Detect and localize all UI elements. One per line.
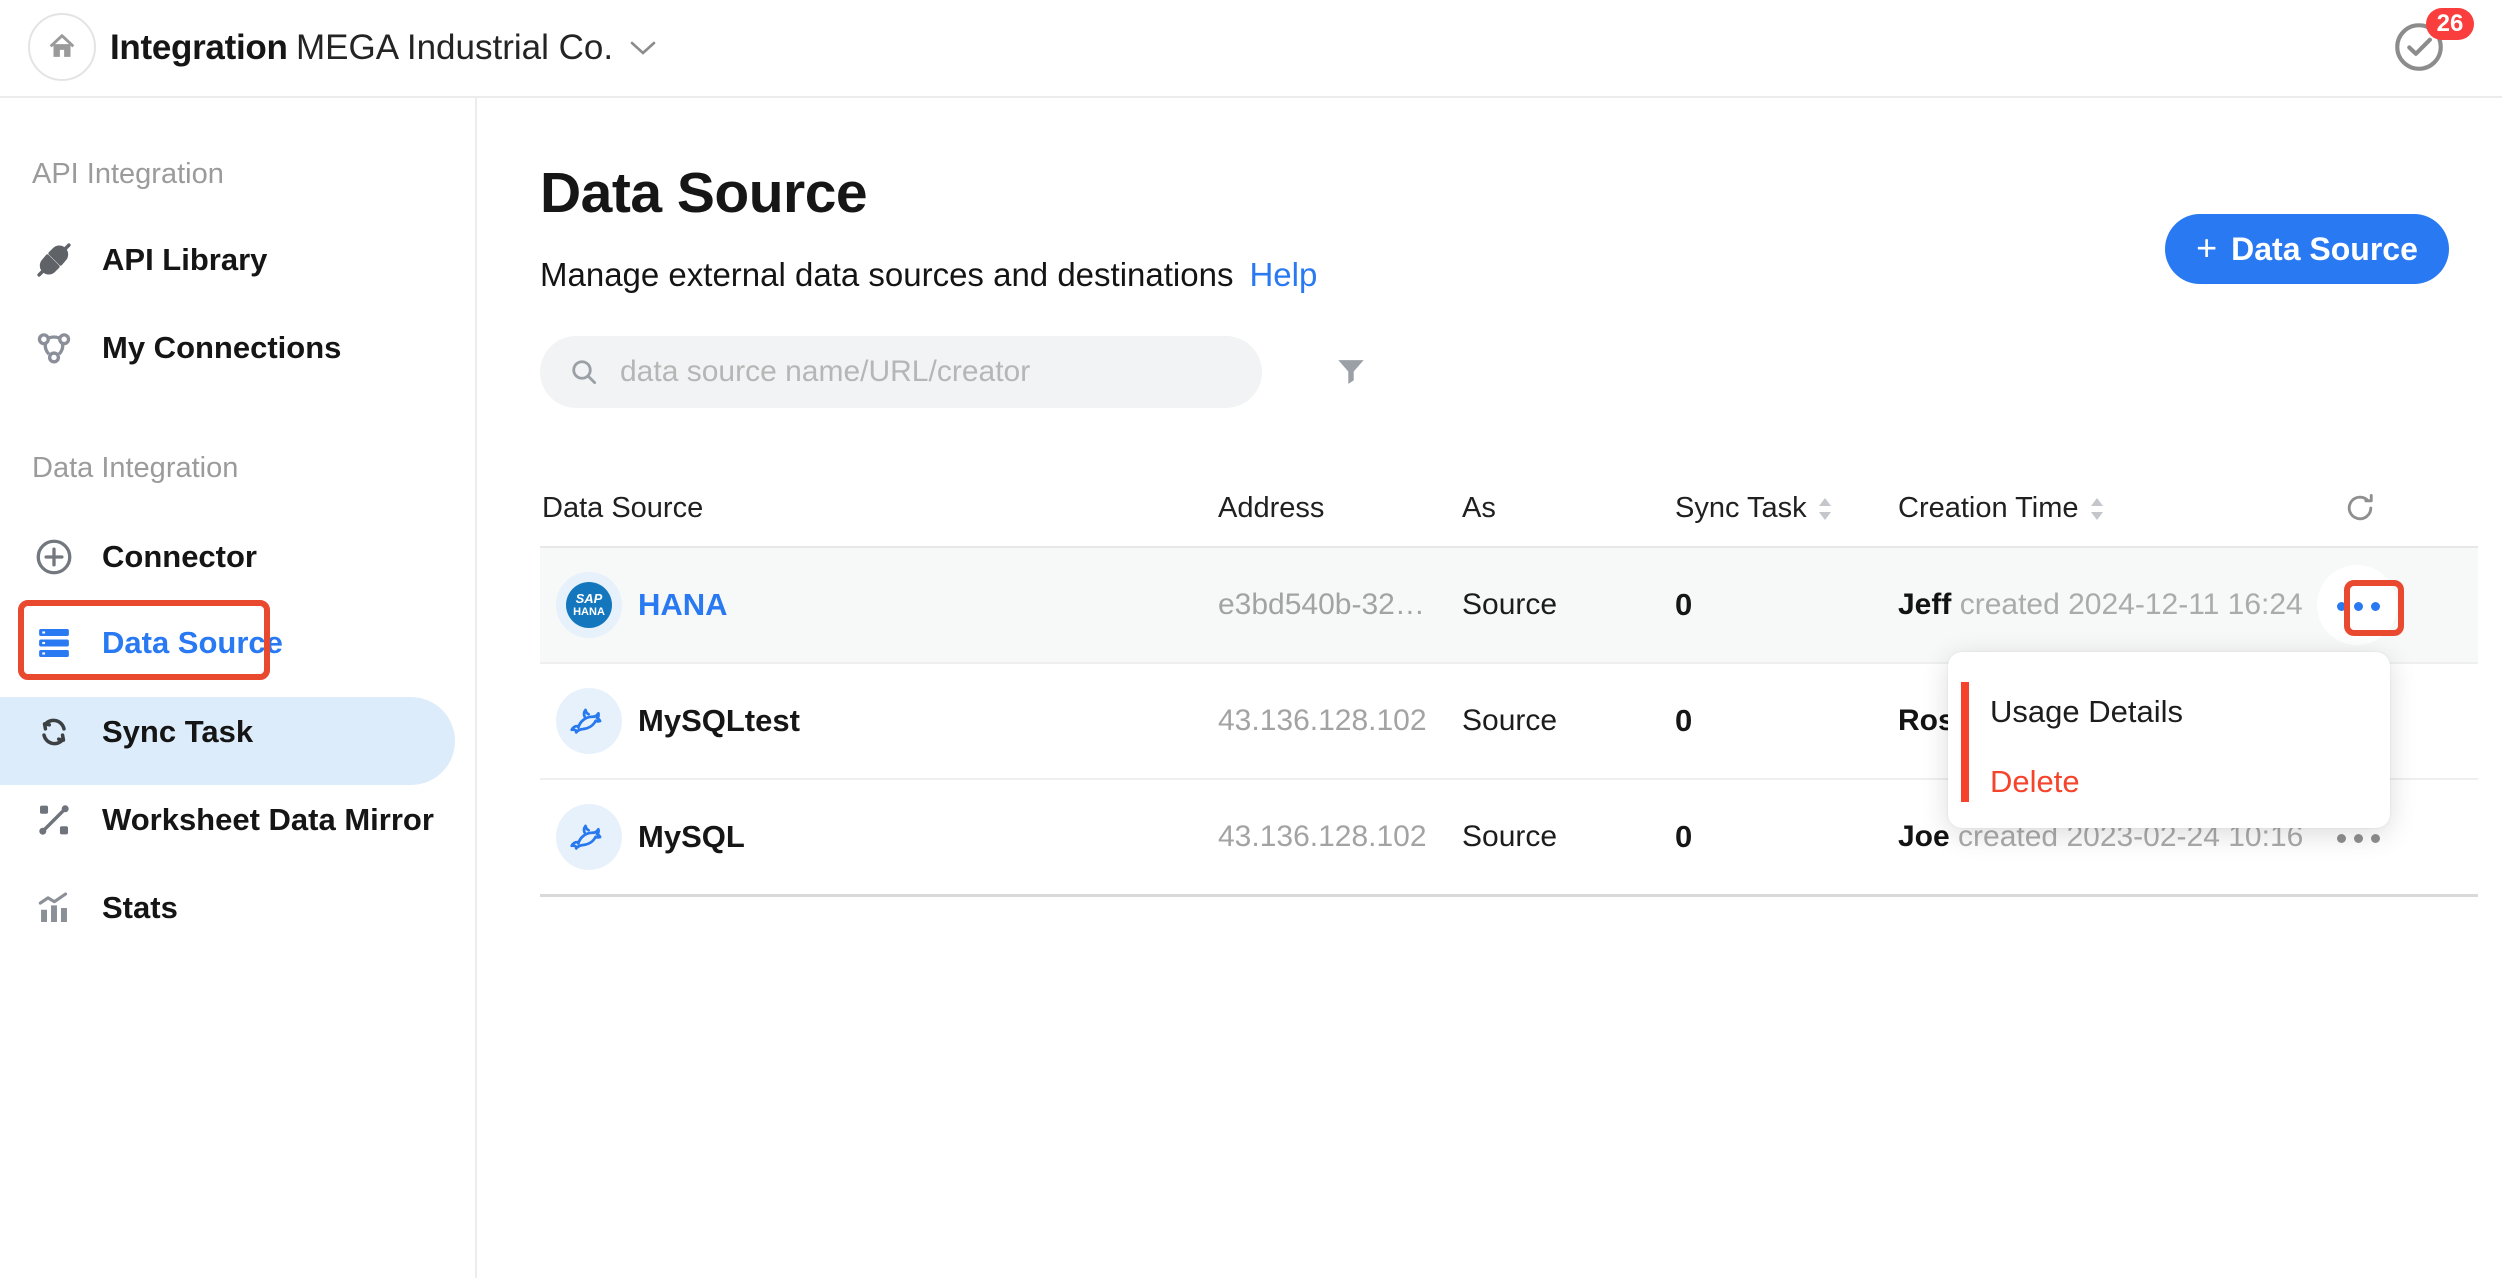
sort-icon[interactable] <box>1817 496 1833 522</box>
search-bar <box>540 336 1262 408</box>
as-cell: Source <box>1462 664 1557 778</box>
status-badge: 26 <box>2426 8 2474 40</box>
page-subtitle: Manage external data sources and destina… <box>540 256 1317 294</box>
row-context-menu: Usage Details Delete <box>1948 652 2390 828</box>
mysql-dolphin-icon <box>556 804 622 870</box>
column-header-data-source: Data Source <box>542 492 703 525</box>
sidebar-section-api-integration: API Integration <box>32 158 224 191</box>
chevron-down-icon <box>629 39 657 57</box>
table-row[interactable]: SAP HANA HANA e3bd540b-325a... Source 0 … <box>540 548 2478 664</box>
sidebar-section-data-integration: Data Integration <box>32 452 238 485</box>
column-header-as: As <box>1462 492 1496 525</box>
sidebar-item-label: My Connections <box>102 330 341 366</box>
add-data-source-button[interactable]: + Data Source <box>2165 214 2449 284</box>
page-subtitle-text: Manage external data sources and destina… <box>540 256 1233 293</box>
ellipsis-icon <box>2337 834 2346 843</box>
column-header-address: Address <box>1218 492 1324 525</box>
address-cell: 43.136.128.102 <box>1218 664 1427 778</box>
creation-cell: Jeff created 2024-12-11 16:24 <box>1898 548 2303 662</box>
refresh-icon <box>2342 490 2378 526</box>
sidebar: API Integration API Library My Connectio… <box>0 98 477 1278</box>
sidebar-item-worksheet-data-mirror[interactable]: Worksheet Data Mirror <box>0 776 455 864</box>
sidebar-item-stats[interactable]: Stats <box>0 864 455 952</box>
org-name: MEGA Industrial Co. <box>296 28 613 68</box>
as-cell: Source <box>1462 548 1557 662</box>
org-switcher[interactable]: MEGA Industrial Co. <box>296 28 657 68</box>
plus-icon: + <box>2196 227 2217 269</box>
sync-task-count: 0 <box>1675 780 1692 894</box>
mirror-icon <box>32 798 76 842</box>
home-button[interactable] <box>28 13 96 81</box>
column-header-creation-time[interactable]: Creation Time <box>1898 492 2105 525</box>
sidebar-item-my-connections[interactable]: My Connections <box>0 304 455 392</box>
filter-icon <box>1332 353 1370 391</box>
sort-icon[interactable] <box>2089 496 2105 522</box>
filter-button[interactable] <box>1329 350 1373 394</box>
sidebar-item-label: Stats <box>102 890 178 926</box>
sidebar-item-label: Data Source <box>102 625 283 661</box>
menu-item-usage-details[interactable]: Usage Details <box>1990 694 2183 730</box>
table-header: Data Source Address As Sync Task Creatio… <box>540 480 2478 548</box>
sidebar-item-label: Worksheet Data Mirror <box>102 802 434 838</box>
add-data-source-label: Data Source <box>2231 231 2418 268</box>
annotation-red-bar <box>1961 682 1969 802</box>
menu-item-delete[interactable]: Delete <box>1990 764 2080 800</box>
mysql-dolphin-icon <box>556 688 622 754</box>
data-source-name[interactable]: MySQL <box>638 780 745 894</box>
sync-task-count: 0 <box>1675 548 1692 662</box>
address-cell: e3bd540b-325a... <box>1218 548 1438 662</box>
list-icon <box>32 621 76 665</box>
data-source-name-link[interactable]: HANA <box>638 548 728 662</box>
sidebar-item-sync-task[interactable]: Sync Task <box>0 688 455 776</box>
sidebar-item-label: Sync Task <box>102 714 253 750</box>
product-title: Integration <box>110 28 288 68</box>
plus-circle-icon <box>32 535 76 579</box>
sync-icon <box>32 710 76 754</box>
nodes-icon <box>32 326 76 370</box>
search-icon <box>568 356 600 388</box>
help-link[interactable]: Help <box>1249 256 1317 293</box>
app-window: Integration MEGA Industrial Co. 26 API I… <box>0 0 2502 1278</box>
column-header-sync-task[interactable]: Sync Task <box>1675 492 1833 525</box>
tasks-indicator[interactable]: 26 <box>2390 18 2480 80</box>
page-title: Data Source <box>540 160 867 226</box>
sidebar-item-label: API Library <box>102 242 267 278</box>
sap-hana-icon: SAP HANA <box>556 572 622 638</box>
data-source-name[interactable]: MySQLtest <box>638 664 800 778</box>
stats-icon <box>32 886 76 930</box>
top-bar: Integration MEGA Industrial Co. 26 <box>0 0 2502 98</box>
row-actions-button[interactable] <box>2336 584 2380 628</box>
as-cell: Source <box>1462 780 1557 894</box>
sidebar-item-data-source[interactable]: Data Source <box>0 599 455 687</box>
sidebar-item-api-library[interactable]: API Library <box>0 216 455 304</box>
search-input[interactable] <box>618 354 1182 390</box>
home-icon <box>45 30 79 64</box>
sidebar-item-connector[interactable]: Connector <box>0 513 455 601</box>
refresh-button[interactable] <box>2340 488 2380 528</box>
sidebar-item-label: Connector <box>102 539 257 575</box>
ellipsis-icon <box>2337 602 2346 611</box>
plug-icon <box>32 238 76 282</box>
sync-task-count: 0 <box>1675 664 1692 778</box>
address-cell: 43.136.128.102 <box>1218 780 1427 894</box>
